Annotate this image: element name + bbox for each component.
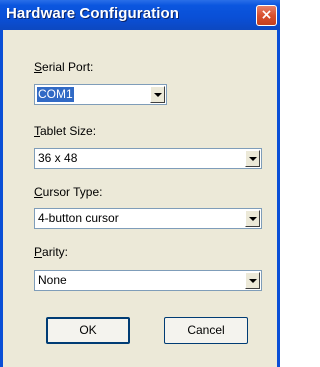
tablet-size-dropdown-button[interactable]: [245, 150, 260, 167]
cancel-button[interactable]: Cancel: [164, 317, 248, 344]
tablet-size-value: 36 x 48: [38, 151, 78, 165]
tablet-size-label: Tablet Size:: [34, 124, 96, 138]
close-icon: ×: [260, 7, 273, 23]
serial-port-select[interactable]: COM1: [34, 84, 167, 105]
close-button[interactable]: ×: [256, 5, 277, 26]
parity-accesskey: P: [34, 245, 43, 259]
cursor-type-value: 4-button cursor: [38, 211, 119, 225]
parity-select[interactable]: None: [34, 270, 262, 291]
ok-button[interactable]: OK: [46, 317, 130, 344]
serial-port-label: Serial Port:: [34, 60, 93, 74]
cursor-type-dropdown-button[interactable]: [245, 210, 260, 227]
chevron-down-icon: [249, 217, 257, 221]
window-frame-left: [0, 30, 3, 367]
cursor-type-accesskey: C: [34, 185, 43, 199]
tablet-size-select[interactable]: 36 x 48: [34, 148, 262, 169]
chevron-down-icon: [154, 93, 162, 97]
serial-port-accesskey: S: [34, 60, 43, 74]
parity-dropdown-button[interactable]: [245, 272, 260, 289]
serial-port-dropdown-button[interactable]: [150, 86, 165, 103]
parity-label-text: arity:: [42, 245, 69, 259]
cursor-type-label: Cursor Type:: [34, 185, 102, 199]
serial-port-label-text: erial Port:: [42, 60, 94, 74]
chevron-down-icon: [249, 279, 257, 283]
hardware-configuration-dialog: Hardware Configuration × Serial Port: CO…: [0, 0, 280, 367]
parity-label: Parity:: [34, 245, 68, 259]
cursor-type-label-text: ursor Type:: [42, 185, 103, 199]
cursor-type-select[interactable]: 4-button cursor: [34, 208, 262, 229]
window-frame-right: [277, 30, 280, 367]
title-bar[interactable]: Hardware Configuration ×: [0, 0, 280, 30]
window-title: Hardware Configuration: [6, 5, 180, 22]
tablet-size-label-text: ablet Size:: [40, 124, 97, 138]
serial-port-value: COM1: [37, 87, 74, 102]
parity-value: None: [38, 273, 67, 287]
chevron-down-icon: [249, 157, 257, 161]
